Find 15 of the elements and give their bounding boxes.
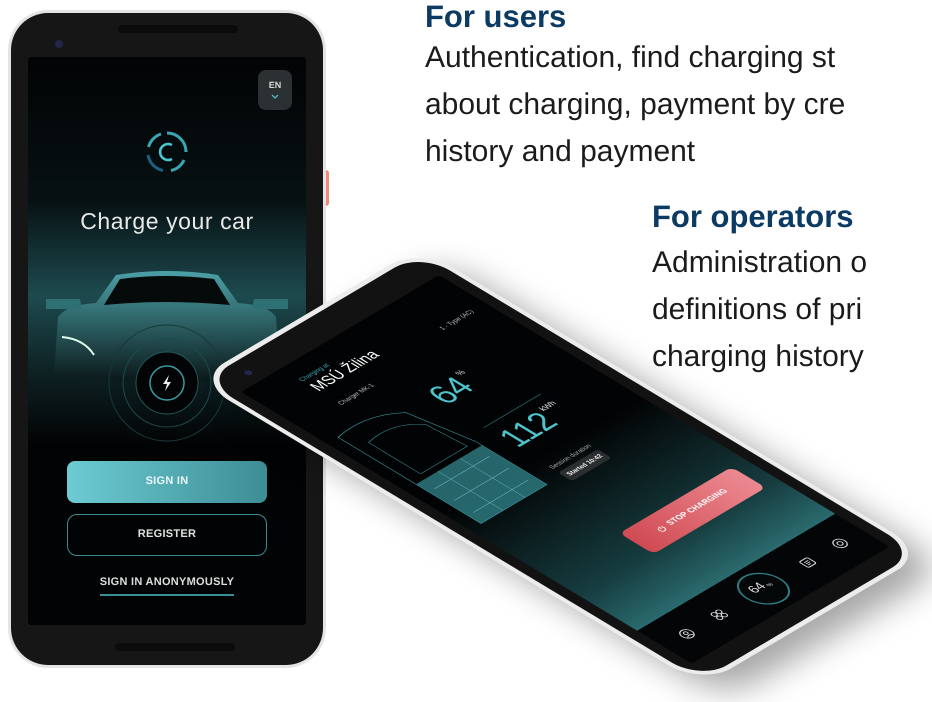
register-button[interactable]: REGISTER [67, 514, 267, 556]
section-heading: For users [425, 0, 568, 34]
camera-lens [242, 369, 254, 376]
unit-label: % [453, 368, 468, 378]
screen-title: Charge your car [80, 207, 254, 236]
four-circles-icon[interactable] [708, 608, 731, 622]
section-heading: For operators [652, 198, 855, 236]
camera-lens [55, 40, 63, 48]
logo-icon [145, 130, 189, 174]
section-paragraph: Authentication, find charging st about charging, payment by cre history and payment [425, 40, 846, 170]
language-button[interactable]: EN [258, 70, 292, 110]
chevron-down-icon [271, 94, 279, 99]
section-paragraph: Administration o definitions of pri charging history [652, 245, 868, 375]
unit-label: kWh [536, 398, 560, 413]
anonymous-sign-in-link[interactable]: SIGN IN ANONYMOUSLY [100, 574, 234, 596]
